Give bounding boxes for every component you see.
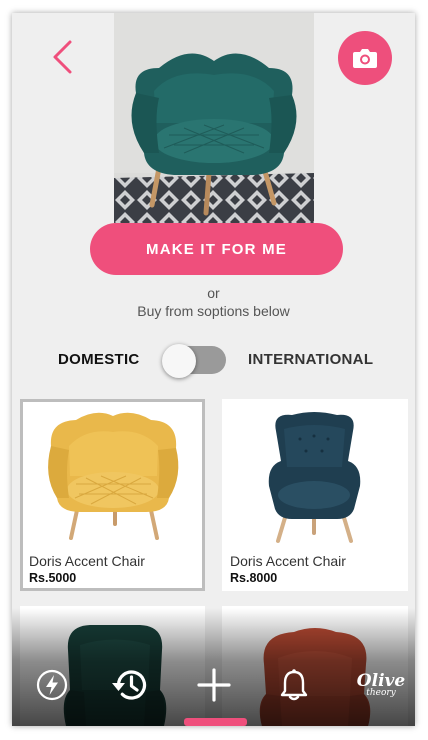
make-it-for-me-button[interactable]: MAKE IT FOR ME	[90, 223, 343, 275]
buy-options-text: Buy from soptions below	[137, 303, 290, 319]
product-card[interactable]: Doris Accent Chair Rs.5000	[20, 399, 205, 591]
nav-add-button[interactable]	[192, 665, 236, 705]
product-price: Rs.8000	[230, 571, 278, 585]
product-card[interactable]: Doris Accent Chair Rs.8000	[222, 399, 408, 591]
or-text: or	[207, 285, 220, 301]
brand-name: Olive	[356, 670, 406, 691]
add-icon	[197, 668, 231, 702]
brand-tagline: theory	[366, 687, 396, 698]
bell-icon	[280, 669, 308, 701]
hero-product-image	[114, 13, 314, 223]
navy-wingback-chair-image	[268, 412, 361, 543]
app-screen: MAKE IT FOR ME or Buy from soptions belo…	[12, 13, 415, 726]
nav-notifications-button[interactable]	[274, 665, 314, 705]
international-label[interactable]: INTERNATIONAL	[248, 351, 373, 368]
product-name: Doris Accent Chair	[230, 553, 346, 569]
domestic-label[interactable]: DOMESTIC	[58, 351, 140, 368]
market-toggle-row: DOMESTIC INTERNATIONAL	[12, 343, 415, 378]
chevron-left-icon	[53, 40, 72, 74]
product-price: Rs.5000	[29, 571, 77, 585]
nav-flash-button[interactable]	[32, 665, 72, 705]
brand-logo[interactable]: Olive theory	[357, 665, 405, 705]
flash-icon	[36, 669, 68, 701]
camera-button[interactable]	[338, 31, 392, 85]
history-icon	[112, 670, 147, 700]
domestic-international-switch[interactable]	[162, 344, 226, 378]
nav-history-button[interactable]	[108, 665, 152, 705]
yellow-armchair-image	[48, 412, 179, 540]
product-name: Doris Accent Chair	[29, 553, 145, 569]
camera-icon	[353, 49, 377, 68]
back-button[interactable]	[50, 39, 74, 75]
active-tab-indicator	[184, 718, 247, 726]
switch-knob[interactable]	[162, 344, 196, 378]
